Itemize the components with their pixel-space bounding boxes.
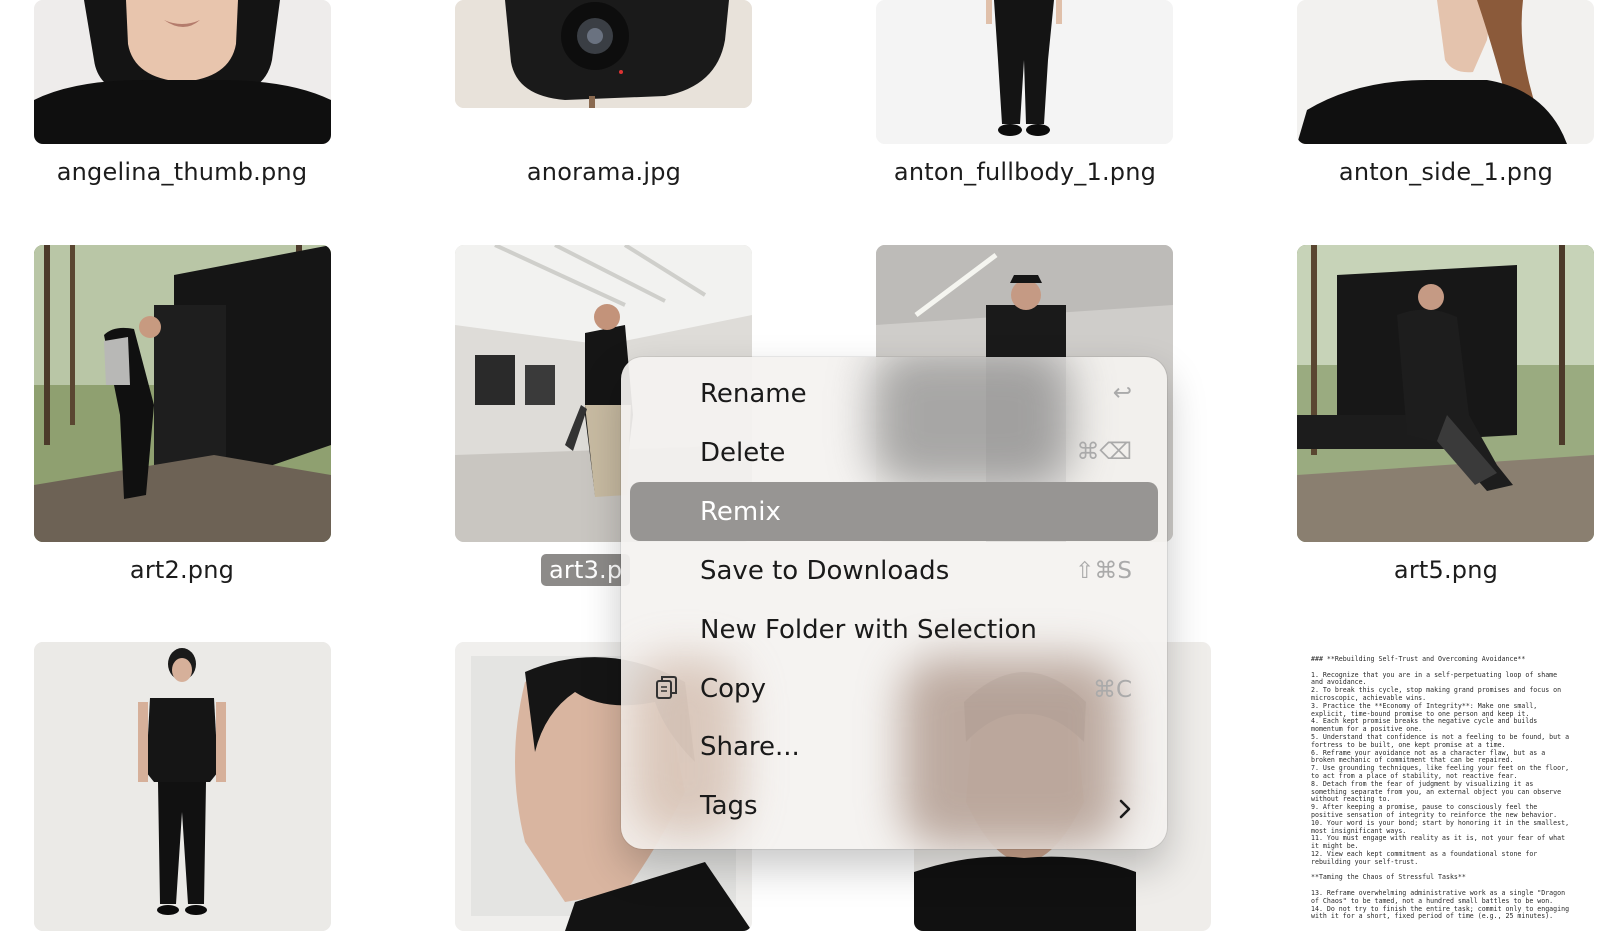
thumbnail-fullbody-2[interactable] xyxy=(34,642,331,931)
context-menu: Rename ↩ Delete ⌘⌫ Remix Save to Downloa… xyxy=(621,357,1167,849)
menu-item-label: Rename xyxy=(700,379,807,409)
delete-shortcut: ⌘⌫ xyxy=(1076,439,1132,465)
file-label: art5.png xyxy=(1393,556,1499,584)
menu-item-save-to-downloads[interactable]: Save to Downloads ⇧⌘S xyxy=(630,540,1158,599)
menu-item-label: Save to Downloads xyxy=(700,556,950,586)
menu-item-label: Share... xyxy=(700,732,800,762)
menu-item-new-folder-with-selection[interactable]: New Folder with Selection xyxy=(630,599,1158,658)
menu-item-share[interactable]: Share... xyxy=(630,719,1158,778)
menu-item-label: Tags xyxy=(700,791,758,821)
file-label: anorama.jpg xyxy=(526,158,682,186)
return-key-shortcut: ↩ xyxy=(1112,380,1132,406)
menu-item-label: Delete xyxy=(700,438,786,468)
document-preview-text: ### **Rebuilding Self-Trust and Overcomi… xyxy=(1311,655,1570,921)
file-label: anton_side_1.png xyxy=(1338,158,1554,186)
file-label: angelina_thumb.png xyxy=(56,158,308,186)
menu-item-label: New Folder with Selection xyxy=(700,615,1037,645)
copy-icon xyxy=(654,674,680,702)
selected-file-label[interactable]: art3.p xyxy=(541,554,631,586)
thumbnail-anton-fullbody[interactable] xyxy=(876,0,1173,144)
thumbnail-anorama[interactable] xyxy=(455,0,752,108)
file-label: anton_fullbody_1.png xyxy=(893,158,1157,186)
menu-item-rename[interactable]: Rename ↩ xyxy=(630,358,1158,416)
chevron-right-icon xyxy=(1118,798,1132,824)
save-shortcut: ⇧⌘S xyxy=(1075,558,1132,584)
thumbnail-angelina[interactable] xyxy=(34,0,331,144)
thumbnail-art5[interactable] xyxy=(1297,245,1594,542)
thumbnail-art2[interactable] xyxy=(34,245,331,542)
menu-item-copy[interactable]: Copy ⌘C xyxy=(630,659,1158,718)
menu-item-delete[interactable]: Delete ⌘⌫ xyxy=(630,419,1158,478)
menu-item-remix[interactable]: Remix xyxy=(630,482,1158,541)
file-label: art2.png xyxy=(129,556,235,584)
menu-item-label: Copy xyxy=(700,674,766,704)
thumbnail-anton-side[interactable] xyxy=(1297,0,1594,144)
thumbnail-text-document[interactable]: ### **Rebuilding Self-Trust and Overcomi… xyxy=(1297,642,1594,931)
menu-item-tags[interactable]: Tags xyxy=(630,778,1158,837)
menu-item-label: Remix xyxy=(700,497,781,527)
copy-shortcut: ⌘C xyxy=(1092,677,1132,703)
